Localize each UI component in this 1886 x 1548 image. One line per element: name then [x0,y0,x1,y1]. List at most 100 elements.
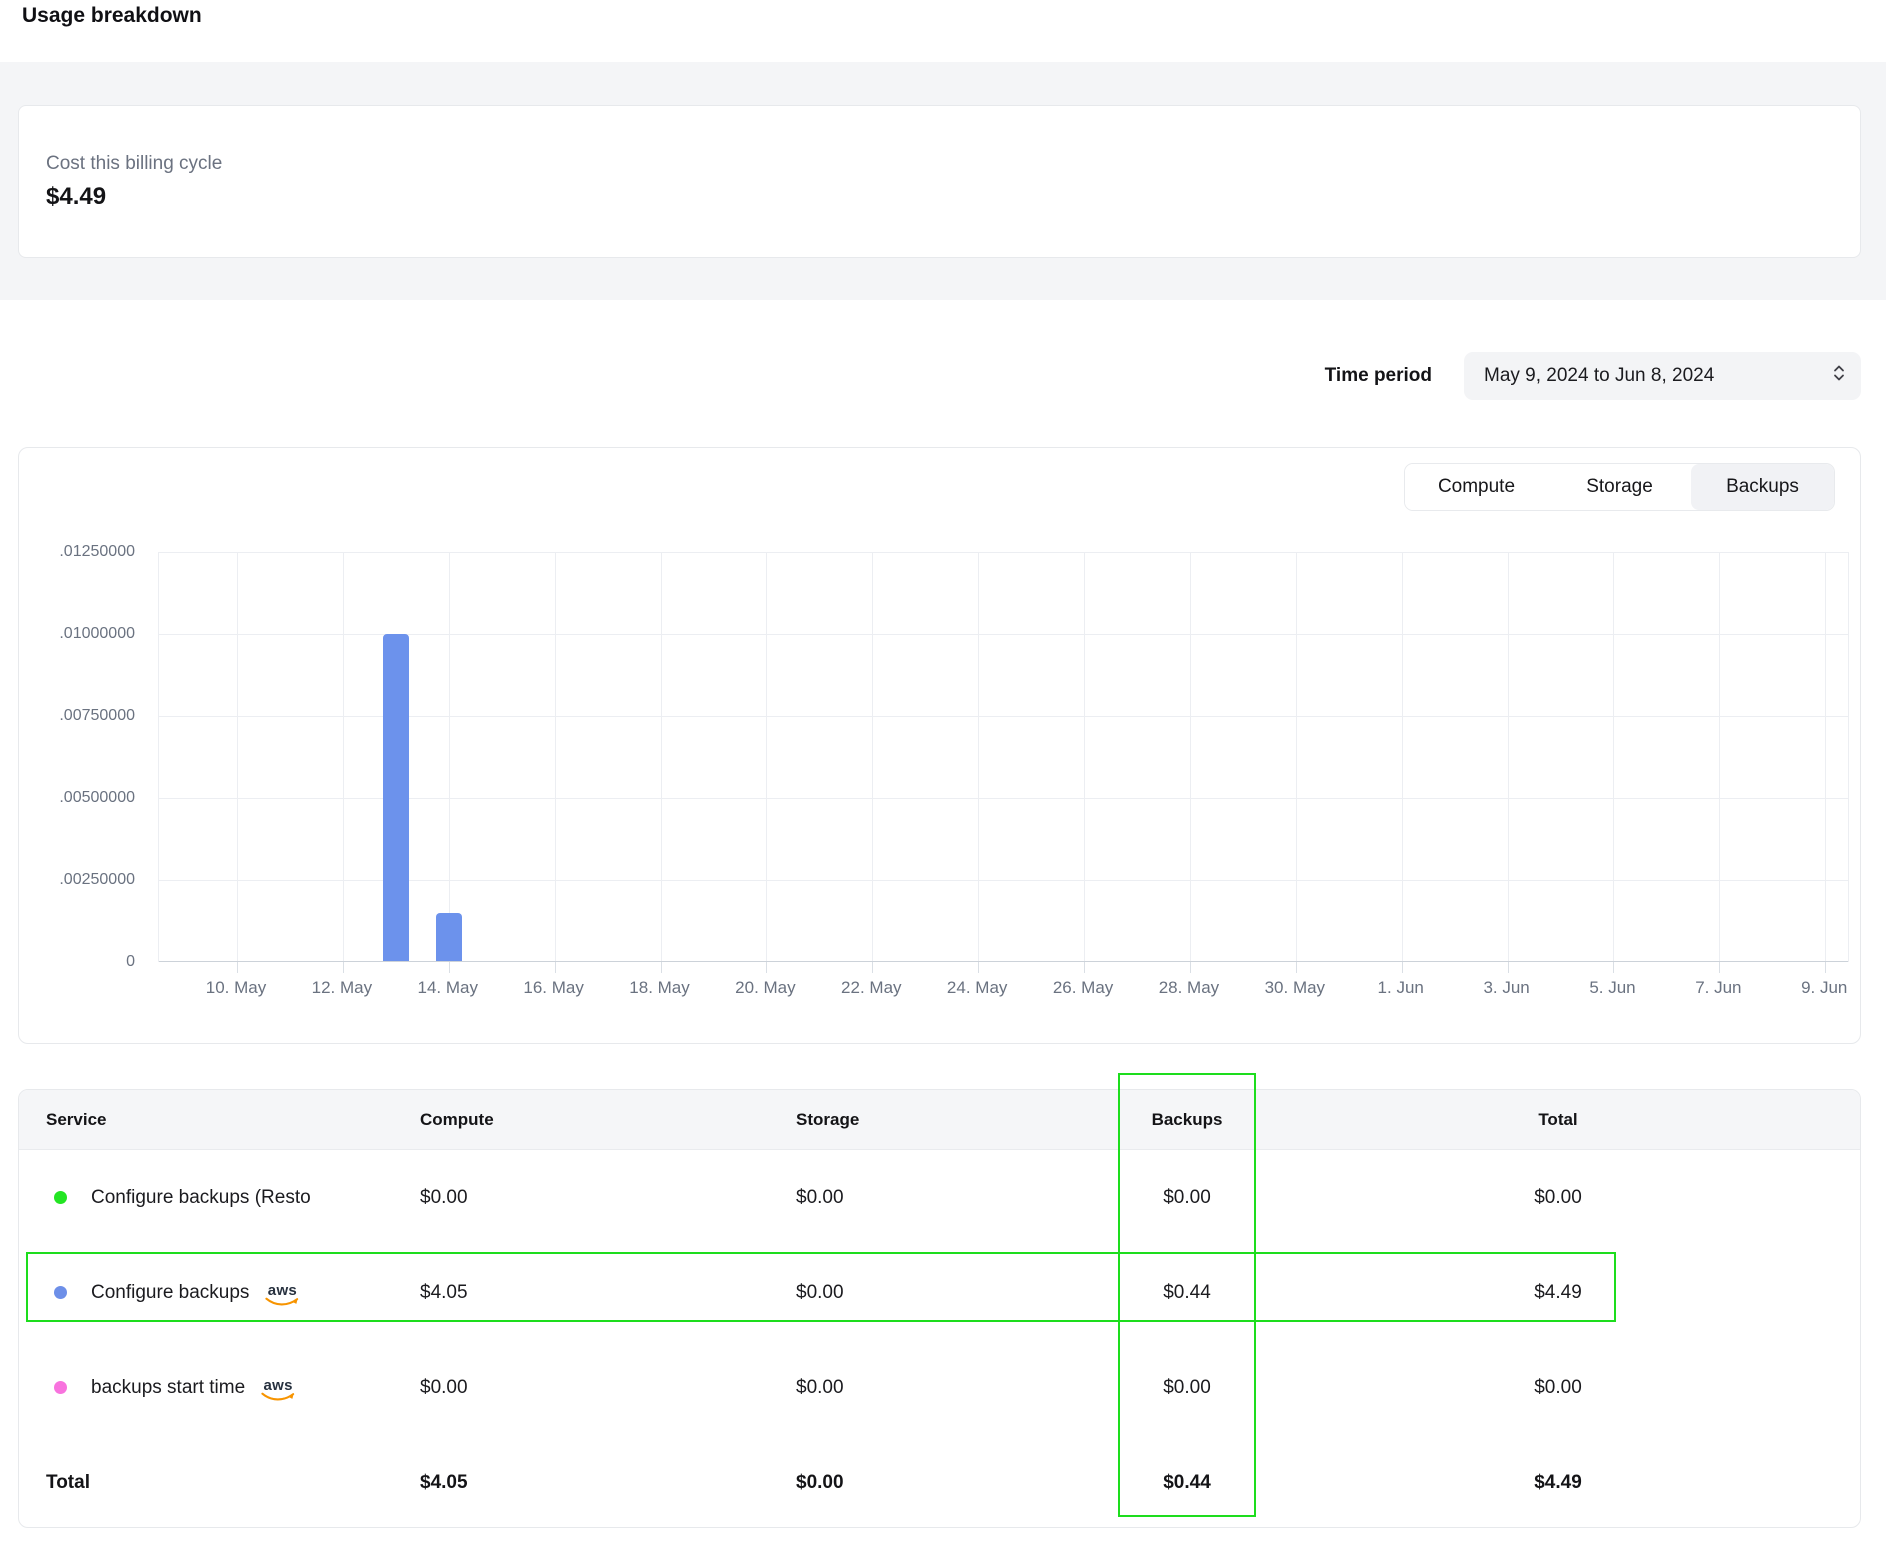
service-name: Configure backups [91,1282,249,1304]
usage-table: Service Compute Storage Backups Total Co… [18,1089,1861,1528]
billing-cost-card: Cost this billing cycle $4.49 [18,105,1861,258]
x-axis-tick [1402,962,1403,973]
chart-plot [158,552,1849,962]
v-gridline [555,552,556,962]
x-axis-tick-label: 12. May [312,978,372,998]
v-gridline [1508,552,1509,962]
table-row: Configure backups aws $4.05 $0.00 $0.44 … [19,1245,1860,1340]
time-period-select[interactable]: May 9, 2024 to Jun 8, 2024 [1464,352,1861,400]
x-axis-tick [1296,962,1297,973]
x-axis-tick [1825,962,1826,973]
service-name: backups start time [91,1377,245,1399]
cell-compute: $0.00 [420,1377,796,1399]
aws-icon: aws [261,1378,295,1402]
usage-breakdown-page: Usage breakdown Cost this billing cycle … [0,0,1886,1548]
header-compute: Compute [420,1110,796,1130]
service-dot [54,1286,67,1299]
table-header-row: Service Compute Storage Backups Total [19,1090,1860,1150]
usage-chart-card: Compute Storage Backups .01250000 .010000… [18,447,1861,1044]
cell-backups: $0.00 [1118,1187,1256,1209]
x-axis-tick-label: 10. May [206,978,266,998]
tab-storage[interactable]: Storage [1548,464,1691,510]
v-gridline [766,552,767,962]
y-axis-tick-label: .01250000 [59,543,135,561]
x-axis-tick-label: 9. Jun [1801,978,1847,998]
total-label: Total [19,1472,420,1494]
v-gridline [1613,552,1614,962]
x-axis-tick [449,962,450,973]
x-axis-tick-label: 22. May [841,978,901,998]
service-dot [54,1191,67,1204]
v-gridline [872,552,873,962]
x-axis-tick-label: 18. May [629,978,689,998]
v-gridline [1719,552,1720,962]
cell-storage: $0.00 [796,1187,1118,1209]
chart-metric-tabs: Compute Storage Backups [1404,463,1835,511]
y-axis-tick-label: .01000000 [59,625,135,643]
x-axis-tick [237,962,238,973]
aws-icon: aws [265,1283,299,1307]
h-gridline [159,552,1848,553]
x-axis-tick [766,962,767,973]
v-gridline [1190,552,1191,962]
cell-total: $0.00 [1256,1377,1860,1399]
x-axis-tick [343,962,344,973]
h-gridline [159,798,1848,799]
v-gridline [1402,552,1403,962]
header-backups: Backups [1118,1110,1256,1130]
v-gridline [1296,552,1297,962]
time-period-label: Time period [1325,365,1432,387]
y-axis-tick-label: .00250000 [59,871,135,889]
tab-backups[interactable]: Backups [1691,464,1834,510]
y-axis-tick-label: .00500000 [59,789,135,807]
x-axis-tick-label: 3. Jun [1483,978,1529,998]
cell-compute: $0.00 [420,1187,796,1209]
v-gridline [1084,552,1085,962]
h-gridline [159,716,1848,717]
cell-storage: $0.00 [796,1377,1118,1399]
service-name: Configure backups (Resto [91,1187,311,1209]
chart-x-axis: 10. May12. May14. May16. May18. May20. M… [158,978,1847,1002]
time-period-value: May 9, 2024 to Jun 8, 2024 [1484,365,1714,387]
chart-bar [436,913,462,962]
v-gridline [237,552,238,962]
billing-summary-band: Cost this billing cycle $4.49 [0,62,1886,300]
cell-backups: $0.44 [1118,1282,1256,1304]
billing-cost-label: Cost this billing cycle [46,153,1860,175]
x-axis-tick [1190,962,1191,973]
x-axis-line [159,961,1848,962]
header-storage: Storage [796,1110,1118,1130]
x-axis-tick-label: 20. May [735,978,795,998]
x-axis-tick-label: 26. May [1053,978,1113,998]
x-axis-tick-label: 1. Jun [1378,978,1424,998]
table-total-row: Total $4.05 $0.00 $0.44 $4.49 [19,1435,1860,1528]
v-gridline [343,552,344,962]
chart-y-axis: .01250000.01000000.00750000.00500000.002… [19,552,135,962]
x-axis-tick [1084,962,1085,973]
header-total: Total [1256,1110,1860,1130]
header-service: Service [19,1110,420,1130]
page-title: Usage breakdown [22,4,202,28]
x-axis-tick-label: 24. May [947,978,1007,998]
tab-compute[interactable]: Compute [1405,464,1548,510]
x-axis-tick-label: 5. Jun [1589,978,1635,998]
total-backups: $0.44 [1118,1472,1256,1494]
cell-total: $4.49 [1256,1282,1860,1304]
updown-chevron-icon [1832,364,1846,388]
y-axis-tick-label: .00750000 [59,707,135,725]
time-period-row: Time period May 9, 2024 to Jun 8, 2024 [0,352,1861,400]
h-gridline [159,880,1848,881]
x-axis-tick-label: 28. May [1159,978,1219,998]
x-axis-tick [1508,962,1509,973]
total-total: $4.49 [1256,1472,1860,1494]
x-axis-tick [1719,962,1720,973]
v-gridline [1825,552,1826,962]
service-dot [54,1381,67,1394]
y-axis-tick-label: 0 [126,953,135,971]
total-storage: $0.00 [796,1472,1118,1494]
v-gridline [661,552,662,962]
billing-cost-value: $4.49 [46,183,1860,211]
cell-backups: $0.00 [1118,1377,1256,1399]
table-row: backups start time aws $0.00 $0.00 $0.00… [19,1340,1860,1435]
cell-total: $0.00 [1256,1187,1860,1209]
